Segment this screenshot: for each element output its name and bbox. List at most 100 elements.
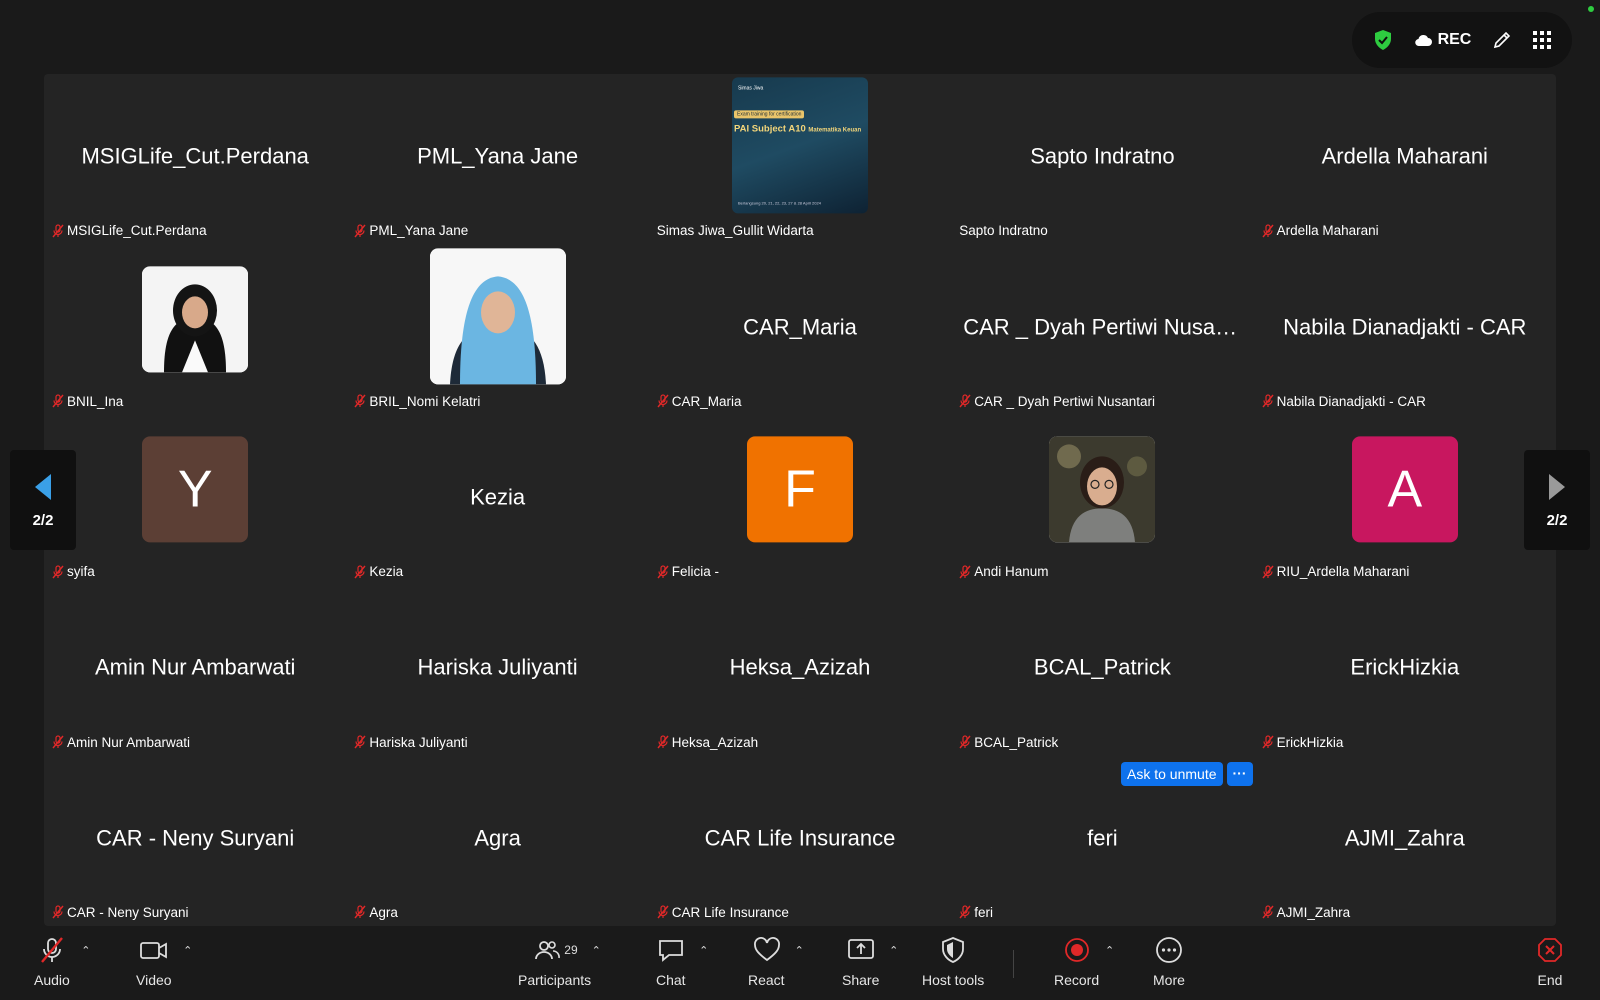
participant-name-label: BCAL_Patrick bbox=[959, 735, 1058, 750]
arrow-right-icon bbox=[1549, 473, 1565, 500]
participant-tile[interactable]: Andi Hanum bbox=[951, 415, 1253, 585]
participant-name: CAR_Maria bbox=[671, 393, 742, 409]
participant-tile[interactable]: Amin Nur Ambarwati Amin Nur Ambarwati bbox=[44, 585, 346, 755]
video-label: Video bbox=[136, 972, 172, 988]
avatar bbox=[142, 265, 249, 372]
next-page-button[interactable]: 2/2 bbox=[1524, 450, 1590, 550]
participant-more-button[interactable]: ··· bbox=[1226, 762, 1253, 786]
previous-page-button[interactable]: 2/2 bbox=[10, 450, 76, 550]
participant-display-name: BCAL_Patrick bbox=[1033, 654, 1171, 680]
participant-tile[interactable]: Kezia Kezia bbox=[346, 415, 648, 585]
participant-tile[interactable]: CAR Life Insurance CAR Life Insurance bbox=[649, 756, 951, 926]
participants-options-caret[interactable]: ⌃ bbox=[592, 944, 601, 957]
shared-screen-thumbnail[interactable]: Simas Jiwa Exam training for certificati… bbox=[731, 77, 868, 214]
audio-button[interactable]: ⌃ Audio bbox=[34, 934, 94, 988]
chat-button[interactable]: ⌃ Chat bbox=[656, 934, 710, 988]
microphone-muted-icon bbox=[1262, 565, 1274, 579]
participant-photo bbox=[142, 265, 249, 372]
react-options-caret[interactable]: ⌃ bbox=[795, 944, 804, 957]
participant-tile[interactable]: Nabila Dianadjakti - CAR Nabila Dianadjak… bbox=[1254, 244, 1556, 414]
security-shield-icon[interactable] bbox=[1373, 29, 1393, 51]
record-icon bbox=[1065, 938, 1089, 962]
participant-name-label: Simas Jiwa_Gullit Widarta bbox=[657, 223, 814, 238]
microphone-muted-icon bbox=[657, 735, 669, 749]
share-brand: Simas Jiwa bbox=[737, 85, 764, 92]
microphone-muted-icon bbox=[657, 565, 669, 579]
ask-to-unmute-button[interactable]: Ask to unmute bbox=[1121, 762, 1223, 786]
more-button[interactable]: More bbox=[1153, 934, 1185, 988]
participant-name: AJMI_Zahra bbox=[1276, 904, 1351, 920]
participant-tile[interactable]: Heksa_Azizah Heksa_Azizah bbox=[649, 585, 951, 755]
react-label: React bbox=[748, 972, 785, 988]
end-meeting-button[interactable]: End bbox=[1536, 934, 1564, 988]
cloud-icon bbox=[1414, 34, 1432, 47]
microphone-muted-icon bbox=[354, 224, 366, 238]
participant-name: Andi Hanum bbox=[974, 564, 1049, 580]
participant-tile[interactable]: BRIL_Nomi Kelatri bbox=[346, 244, 648, 414]
participant-hover-actions: Ask to unmute ··· bbox=[1121, 762, 1253, 786]
participant-tile[interactable]: AJMI_Zahra AJMI_Zahra bbox=[1254, 756, 1556, 926]
participant-tile[interactable]: Ardella Maharani Ardella Maharani bbox=[1254, 74, 1556, 244]
microphone-muted-icon bbox=[1262, 394, 1274, 408]
meeting-status-pill: REC bbox=[1352, 12, 1572, 68]
share-button[interactable]: ⌃ Share bbox=[842, 934, 903, 988]
share-options-caret[interactable]: ⌃ bbox=[889, 944, 898, 957]
participant-tile[interactable]: BCAL_Patrick BCAL_Patrick bbox=[951, 585, 1253, 755]
participant-name-label: Andi Hanum bbox=[959, 564, 1048, 579]
audio-options-caret[interactable]: ⌃ bbox=[81, 944, 90, 957]
avatar-letter: Y bbox=[142, 436, 249, 543]
participant-tile[interactable]: ErickHizkia ErickHizkia bbox=[1254, 585, 1556, 755]
record-label: Record bbox=[1054, 972, 1100, 988]
participant-name-label: BRIL_Nomi Kelatri bbox=[354, 394, 480, 409]
avatar bbox=[429, 247, 566, 384]
participant-name-label: CAR Life Insurance bbox=[657, 905, 789, 920]
participant-tile[interactable]: CAR - Neny Suryani CAR - Neny Suryani bbox=[44, 756, 346, 926]
microphone-muted-icon bbox=[354, 735, 366, 749]
top-bar: REC bbox=[0, 0, 1600, 74]
participant-tile[interactable]: CAR_Maria CAR_Maria bbox=[649, 244, 951, 414]
chat-options-caret[interactable]: ⌃ bbox=[699, 944, 708, 957]
participant-name-label: RIU_Ardella Maharani bbox=[1262, 564, 1410, 580]
microphone-muted-icon bbox=[959, 905, 971, 919]
participant-name-label: AJMI_Zahra bbox=[1262, 904, 1351, 920]
participant-tile[interactable]: Simas Jiwa Exam training for certificati… bbox=[649, 74, 951, 244]
video-options-caret[interactable]: ⌃ bbox=[183, 944, 192, 957]
participant-tile[interactable]: PML_Yana Jane PML_Yana Jane bbox=[346, 74, 648, 244]
participant-name: Simas Jiwa_Gullit Widarta bbox=[656, 223, 814, 239]
participant-tile[interactable]: MSIGLife_Cut.Perdana MSIGLife_Cut.Perdana bbox=[44, 74, 346, 244]
participant-display-name: AJMI_Zahra bbox=[1344, 825, 1465, 851]
host-tools-button[interactable]: Host tools bbox=[922, 934, 984, 988]
microphone-muted-icon bbox=[657, 905, 669, 919]
participant-name: ErickHizkia bbox=[1276, 734, 1344, 750]
participant-tile[interactable]: Ysyifa bbox=[44, 415, 346, 585]
participant-display-name: CAR _ Dyah Pertiwi Nusan... bbox=[963, 313, 1246, 339]
video-button[interactable]: ⌃ Video bbox=[136, 934, 196, 988]
participant-name-label: MSIGLife_Cut.Perdana bbox=[52, 223, 207, 238]
record-button[interactable]: ⌃ Record bbox=[1054, 934, 1123, 988]
more-dots-icon bbox=[1156, 937, 1182, 963]
participant-name-label: CAR _ Dyah Pertiwi Nusantari bbox=[959, 394, 1155, 409]
participant-name: RIU_Ardella Maharani bbox=[1276, 564, 1410, 580]
participant-tile[interactable]: A RIU_Ardella Maharani bbox=[1254, 415, 1556, 585]
avatar bbox=[1049, 436, 1156, 543]
share-badge: Exam training for certification bbox=[733, 110, 805, 119]
participant-name: CAR - Neny Suryani bbox=[67, 904, 189, 920]
participant-tile[interactable]: CAR _ Dyah Pertiwi Nusan... CAR _ Dyah Pe… bbox=[951, 244, 1253, 414]
react-button[interactable]: ⌃ React bbox=[748, 934, 809, 988]
cloud-recording-indicator[interactable]: REC bbox=[1414, 31, 1471, 49]
participant-tile[interactable]: Sapto Indratno Sapto Indratno bbox=[951, 74, 1253, 244]
view-grid-icon[interactable] bbox=[1533, 31, 1552, 49]
record-options-caret[interactable]: ⌃ bbox=[1105, 944, 1114, 957]
participant-tile[interactable]: BNIL_Ina bbox=[44, 244, 346, 414]
participant-tile[interactable]: F Felicia - bbox=[649, 415, 951, 585]
participant-photo bbox=[429, 247, 566, 384]
toolbar-divider bbox=[1013, 950, 1014, 978]
participant-tile[interactable]: Agra Agra bbox=[346, 756, 648, 926]
participant-display-name: CAR Life Insurance bbox=[704, 825, 896, 851]
annotate-pencil-icon[interactable] bbox=[1492, 30, 1512, 50]
participant-name-label: CAR - Neny Suryani bbox=[52, 905, 189, 920]
participants-button[interactable]: 29 ⌃ Participants bbox=[518, 934, 617, 988]
participant-tile[interactable]: Hariska Juliyanti Hariska Juliyanti bbox=[346, 585, 648, 755]
end-label: End bbox=[1537, 972, 1563, 988]
avatar-letter: F bbox=[746, 436, 853, 543]
